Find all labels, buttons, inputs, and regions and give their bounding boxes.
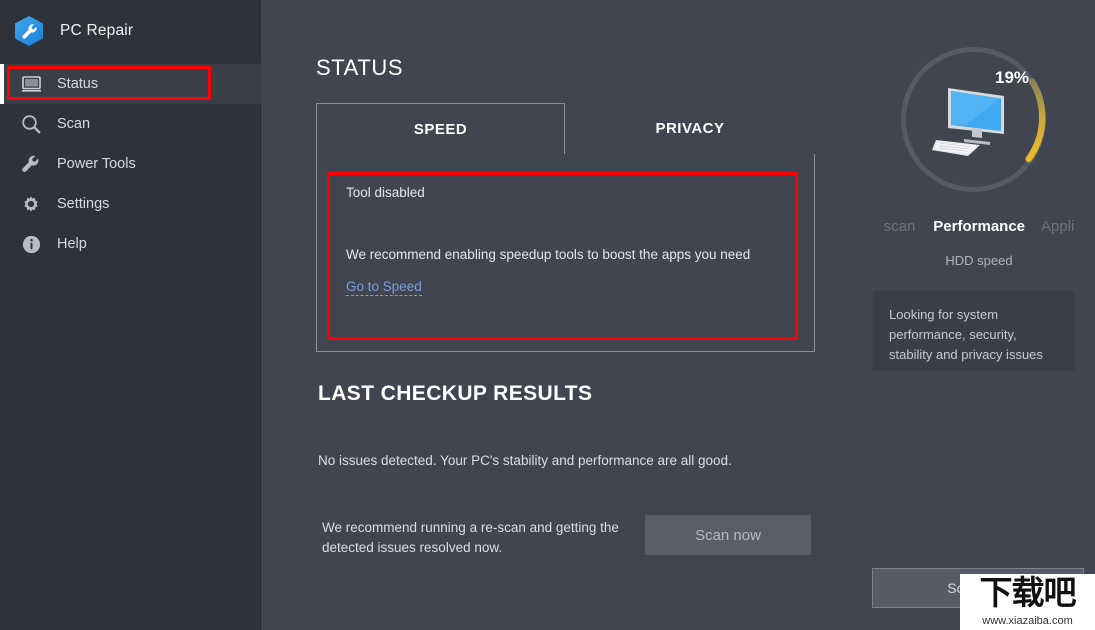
sidebar-item-power-tools[interactable]: Power Tools xyxy=(0,144,261,184)
sidebar-item-label: Power Tools xyxy=(57,155,136,172)
tab-panel-speed: Tool disabled We recommend enabling spee… xyxy=(316,154,815,352)
sidebar-item-scan[interactable]: Scan xyxy=(0,104,261,144)
carousel-current-item[interactable]: Performance xyxy=(933,218,1025,235)
tab-speed[interactable]: SPEED xyxy=(316,103,565,155)
tab-privacy[interactable]: PRIVACY xyxy=(565,103,815,155)
desktop-pc-icon xyxy=(896,42,1051,197)
sidebar-item-label: Scan xyxy=(57,115,91,132)
watermark-text: 下载吧 xyxy=(979,574,1077,612)
sidebar: PC Repair Status Scan Power Tools Settin… xyxy=(0,0,261,630)
sidebar-item-label: Help xyxy=(57,235,87,252)
watermark-url: www.xiazaiba.com xyxy=(982,615,1073,627)
watermark: 下载吧 www.xiazaiba.com xyxy=(960,574,1095,630)
monitor-icon xyxy=(18,71,44,97)
page-title: STATUS xyxy=(316,55,404,80)
info-box: Looking for system performance, security… xyxy=(873,291,1075,371)
sidebar-item-status[interactable]: Status xyxy=(0,64,261,104)
carousel-previous-item[interactable]: scan xyxy=(884,218,916,235)
gear-icon xyxy=(18,191,44,217)
brand-header: PC Repair xyxy=(0,0,261,62)
sidebar-item-label: Settings xyxy=(57,195,110,212)
gauge-value-label: 19% xyxy=(995,68,1030,87)
sidebar-item-help[interactable]: Help xyxy=(0,224,261,264)
magnifier-icon xyxy=(18,111,44,137)
main-content: STATUS SPEED PRIVACY Tool disabled We re… xyxy=(262,0,863,630)
speed-panel-inner: Tool disabled We recommend enabling spee… xyxy=(324,171,802,343)
metric-carousel: scan Performance Appli xyxy=(863,213,1095,239)
last-checkup-result: No issues detected. Your PC's stability … xyxy=(318,453,732,468)
last-checkup-title: LAST CHECKUP RESULTS xyxy=(318,382,593,405)
tool-description-text: We recommend enabling speedup tools to b… xyxy=(346,247,751,262)
wrench-icon xyxy=(18,151,44,177)
hexagon-wrench-logo-icon xyxy=(14,16,44,46)
tab-bar: SPEED PRIVACY xyxy=(316,103,815,155)
info-icon xyxy=(18,231,44,257)
metric-label: HDD speed xyxy=(945,253,1013,268)
carousel-next-item[interactable]: Appli xyxy=(1041,218,1074,235)
right-panel: 19% scan Performance Appli HDD speed Loo… xyxy=(863,0,1095,630)
last-checkup-recommendation: We recommend running a re-scan and getti… xyxy=(322,520,619,556)
go-to-speed-link[interactable]: Go to Speed xyxy=(346,279,422,296)
app-window: PC Repair Status Scan Power Tools Settin… xyxy=(0,0,1095,630)
sidebar-item-settings[interactable]: Settings xyxy=(0,184,261,224)
scan-now-button[interactable]: Scan now xyxy=(645,515,811,555)
sidebar-item-label: Status xyxy=(57,75,99,92)
app-title: PC Repair xyxy=(60,22,134,39)
tool-status-text: Tool disabled xyxy=(346,185,425,200)
